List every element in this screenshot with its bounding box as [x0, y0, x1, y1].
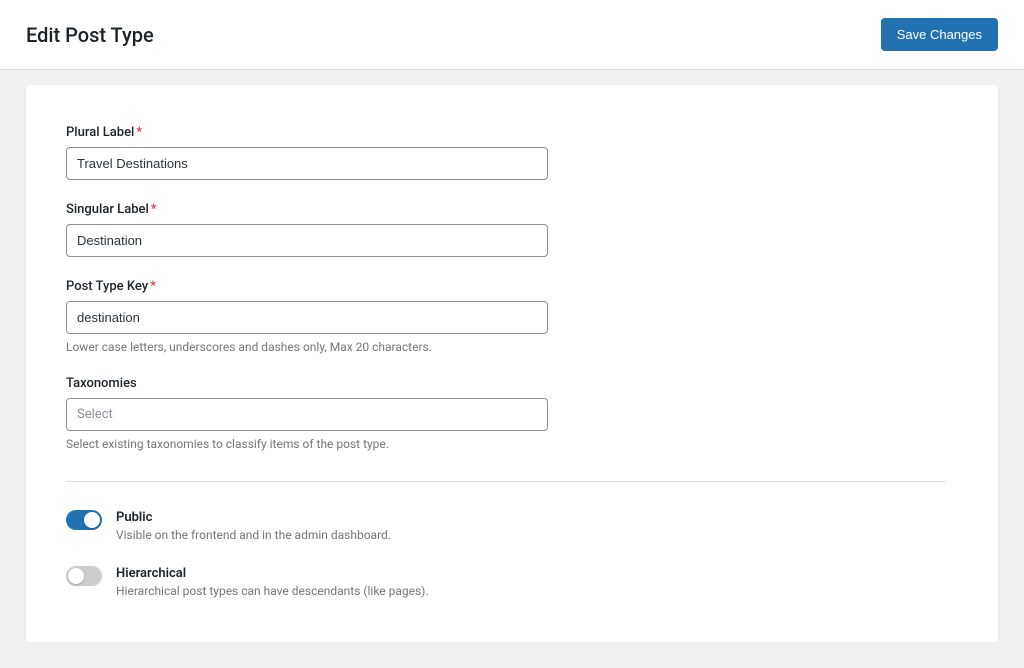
- post-type-key-input[interactable]: [66, 301, 548, 334]
- hierarchical-toggle-row: Hierarchical Hierarchical post types can…: [66, 566, 946, 598]
- hierarchical-toggle-title: Hierarchical: [116, 566, 429, 581]
- hierarchical-toggle[interactable]: [66, 566, 102, 586]
- taxonomies-help: Select existing taxonomies to classify i…: [66, 437, 548, 451]
- public-toggle-row: Public Visible on the frontend and in th…: [66, 510, 946, 542]
- required-mark: *: [151, 202, 157, 217]
- public-toggle[interactable]: [66, 510, 102, 530]
- post-type-key-label: Post Type Key*: [66, 279, 548, 294]
- singular-label-field: Singular Label*: [66, 202, 548, 257]
- post-type-key-help: Lower case letters, underscores and dash…: [66, 340, 548, 354]
- plural-label-field: Plural Label*: [66, 125, 548, 180]
- field-label-text: Singular Label: [66, 202, 149, 217]
- public-toggle-title: Public: [116, 510, 391, 525]
- post-type-key-field: Post Type Key* Lower case letters, under…: [66, 279, 548, 354]
- field-label-text: Plural Label: [66, 125, 134, 140]
- plural-label-input[interactable]: [66, 147, 548, 180]
- taxonomies-select[interactable]: Select: [66, 398, 548, 431]
- plural-label-label: Plural Label*: [66, 125, 548, 140]
- required-mark: *: [150, 279, 156, 294]
- page-title: Edit Post Type: [26, 23, 154, 47]
- section-divider: [66, 481, 946, 482]
- settings-panel: Plural Label* Singular Label* Post Type …: [26, 85, 998, 642]
- field-label-text: Post Type Key: [66, 279, 148, 294]
- taxonomies-field: Taxonomies Select Select existing taxono…: [66, 376, 548, 451]
- singular-label-label: Singular Label*: [66, 202, 548, 217]
- singular-label-input[interactable]: [66, 224, 548, 257]
- required-mark: *: [136, 125, 142, 140]
- taxonomies-label: Taxonomies: [66, 376, 548, 391]
- hierarchical-toggle-desc: Hierarchical post types can have descend…: [116, 584, 429, 598]
- page-header: Edit Post Type Save Changes: [0, 0, 1024, 70]
- save-changes-button[interactable]: Save Changes: [881, 18, 998, 51]
- public-toggle-desc: Visible on the frontend and in the admin…: [116, 528, 391, 542]
